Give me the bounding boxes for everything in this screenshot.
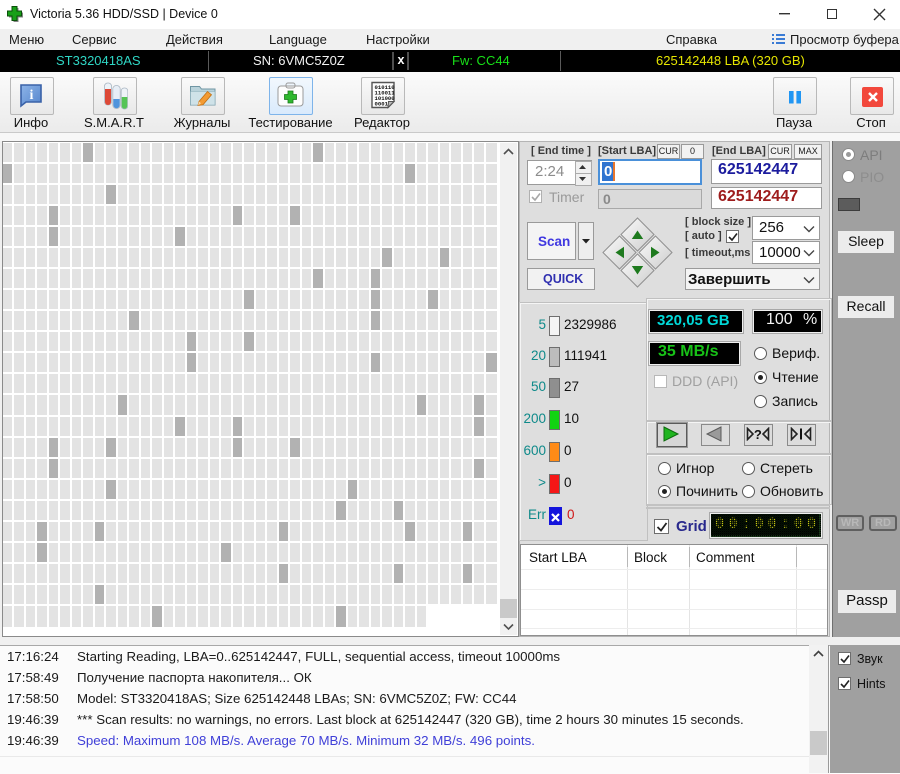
svg-text:?: ?	[754, 427, 762, 441]
svg-text:0001: 0001	[375, 101, 389, 108]
svg-text:i: i	[30, 88, 34, 103]
